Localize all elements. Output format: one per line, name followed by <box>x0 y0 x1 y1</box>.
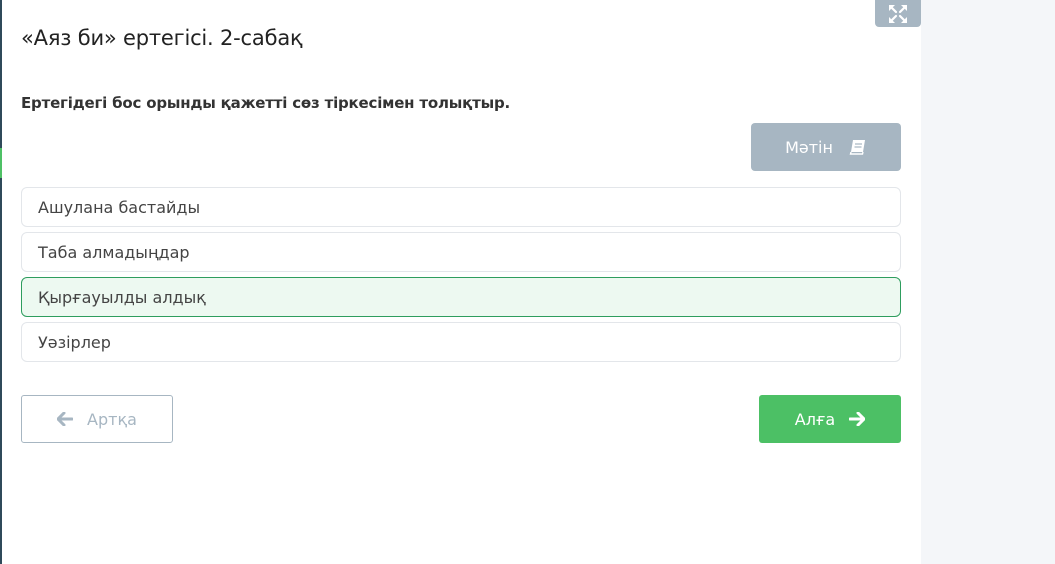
back-button[interactable]: Артқа <box>21 395 173 443</box>
right-side-panel <box>921 0 1055 564</box>
left-frame-edge <box>0 0 2 564</box>
answer-option-label: Қырғауылды алдық <box>38 287 206 307</box>
fullscreen-button[interactable] <box>875 0 921 27</box>
answer-options: Ашулана бастайды Таба алмадыңдар Қырғауы… <box>21 187 901 367</box>
answer-option-selected[interactable]: Қырғауылды алдық <box>21 277 901 317</box>
answer-option-label: Уәзірлер <box>38 332 111 352</box>
answer-option-label: Ашулана бастайды <box>38 197 201 217</box>
question-instruction: Ертегідегі бос орынды қажетті сөз тіркес… <box>21 94 510 112</box>
answer-option[interactable]: Уәзірлер <box>21 322 901 362</box>
back-button-label: Артқа <box>87 409 137 429</box>
arrow-left-icon <box>57 412 74 426</box>
answer-option[interactable]: Таба алмадыңдар <box>21 232 901 272</box>
book-icon <box>849 139 867 155</box>
answer-option[interactable]: Ашулана бастайды <box>21 187 901 227</box>
next-button[interactable]: Алға <box>759 395 901 443</box>
text-button-label: Мәтін <box>785 137 833 157</box>
next-button-label: Алға <box>794 409 836 429</box>
answer-option-label: Таба алмадыңдар <box>38 242 190 262</box>
expand-arrows-icon <box>887 3 909 25</box>
arrow-right-icon <box>849 412 866 426</box>
left-frame-accent <box>0 148 2 178</box>
page-title: «Аяз би» ертегісі. 2-сабақ <box>21 26 303 50</box>
text-button[interactable]: Мәтін <box>751 123 901 171</box>
